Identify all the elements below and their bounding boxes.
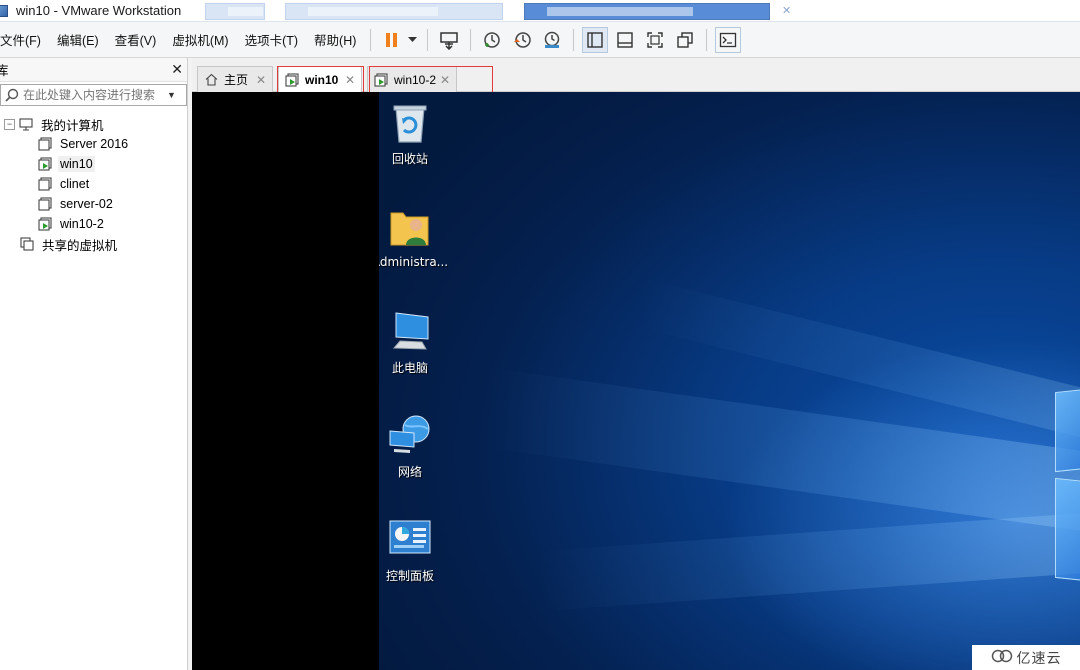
tree-label: 我的计算机 [41,118,104,133]
recycle-bin-icon [388,100,432,144]
tree-root-my-computer[interactable]: − 我的计算机 [0,114,187,134]
this-pc-icon [388,309,432,353]
browser-tab-ghost [285,3,503,20]
search-icon [1,88,23,102]
tree-label: win10 [58,156,95,172]
menu-help[interactable]: 帮助(H) [306,30,364,49]
library-search[interactable]: ▼ [0,84,187,106]
tree-item-win10[interactable]: win10 [0,154,187,174]
tree-item-server-02[interactable]: server-02 [0,194,187,214]
console-icon[interactable] [715,26,742,53]
windows-logo-pane [1055,477,1080,583]
desktop-icon-control-panel[interactable]: 控制面板 [379,517,450,584]
title-bar: win10 - VMware Workstation ✕ [0,0,1080,22]
snapshot-manager-icon[interactable] [539,27,565,53]
chevron-down-icon[interactable]: ▼ [167,90,176,100]
unity-icon[interactable] [672,27,698,53]
windows-logo-pane [1055,387,1080,473]
tab-home[interactable]: 主页 ✕ [197,66,273,92]
vm-running-icon [38,217,52,231]
toolbar-separator [470,28,472,51]
tree-label: 共享的虚拟机 [42,238,118,253]
vm-icon [38,177,52,191]
desktop-icon-label: 网络 [397,465,422,479]
tree-label: Server 2016 [60,137,129,151]
browser-tab-ghost [524,3,770,20]
window-title: win10 - VMware Workstation [16,3,182,18]
light-beam [539,512,1080,612]
library-tree: − 我的计算机 Server 2016 win10 clinet server-… [0,114,187,254]
send-ctrl-alt-del-icon[interactable] [436,27,462,53]
menu-vm[interactable]: 虚拟机(M) [164,30,236,49]
collapse-icon[interactable]: − [4,118,15,130]
toolbar-separator [706,28,708,51]
browser-tab-ghost [205,3,265,20]
snapshot-icon[interactable] [479,27,505,53]
toolbar-separator [427,28,429,51]
fullscreen-icon[interactable] [642,27,668,53]
desktop-icon-label: 回收站 [391,152,428,166]
computer-icon [19,117,33,131]
tree-label: server-02 [60,197,113,211]
watermark-text: 亿速云 [1016,650,1062,667]
menu-view[interactable]: 查看(V) [107,30,165,49]
tree-item-win10-2[interactable]: win10-2 [0,214,187,234]
tree-item-server-2016[interactable]: Server 2016 [0,134,187,154]
toolbar-separator [573,28,575,51]
control-panel-icon [388,517,432,561]
vm-icon [38,137,52,151]
library-panel: 库 ✕ ▼ − 我的计算机 Server 2016 win10 [0,58,188,670]
desktop-icon-label: 控制面板 [385,569,434,583]
menu-toolbar: 文件(F) 编辑(E) 查看(V) 虚拟机(M) 选项卡(T) 帮助(H) [0,22,1080,58]
desktop-icon-label: 此电脑 [391,361,428,375]
ghost-close-icon: ✕ [782,5,792,17]
desktop-icon-label: Administra... [379,255,449,269]
network-icon [388,413,432,457]
user-folder-icon [388,205,432,249]
desktop-icon-administrator[interactable]: Administra... [379,205,450,269]
vmware-app-icon [0,4,8,17]
library-view-icon[interactable] [582,26,609,53]
vm-running-icon [38,157,52,171]
watermark: 亿速云 [972,645,1080,670]
yisu-logo-icon [991,649,1013,666]
close-icon[interactable]: ✕ [256,73,266,87]
tab-label: 主页 [224,73,249,87]
desktop-icon-this-pc[interactable]: 此电脑 [379,309,450,376]
toolbar-separator [370,28,372,51]
windows-desktop[interactable]: 回收站 Administra... 此电脑 网络 控制面板 [379,92,1080,670]
home-icon [204,73,218,87]
pause-icon[interactable] [379,27,405,53]
tree-label: win10-2 [60,217,104,231]
library-title: 库 [0,64,9,78]
revert-snapshot-icon[interactable] [509,27,535,53]
tree-item-shared-vms[interactable]: 共享的虚拟机 [0,234,187,254]
thumbnail-bar-icon[interactable] [612,27,638,53]
tree-item-clinet[interactable]: clinet [0,174,187,194]
desktop-icon-network[interactable]: 网络 [379,413,450,480]
search-input[interactable] [23,88,163,102]
vm-console[interactable]: 回收站 Administra... 此电脑 网络 控制面板 [192,92,1080,670]
vm-icon [38,197,52,211]
close-icon[interactable]: ✕ [171,61,183,78]
menu-file[interactable]: 文件(F) [0,30,49,49]
shared-vm-icon [20,237,34,251]
library-header: 库 ✕ [0,58,187,82]
menu-tabs[interactable]: 选项卡(T) [237,30,306,49]
desktop-icon-recycle-bin[interactable]: 回收站 [379,100,450,167]
chevron-down-icon[interactable] [405,27,419,53]
tree-label: clinet [60,177,90,191]
menu-edit[interactable]: 编辑(E) [49,30,107,49]
